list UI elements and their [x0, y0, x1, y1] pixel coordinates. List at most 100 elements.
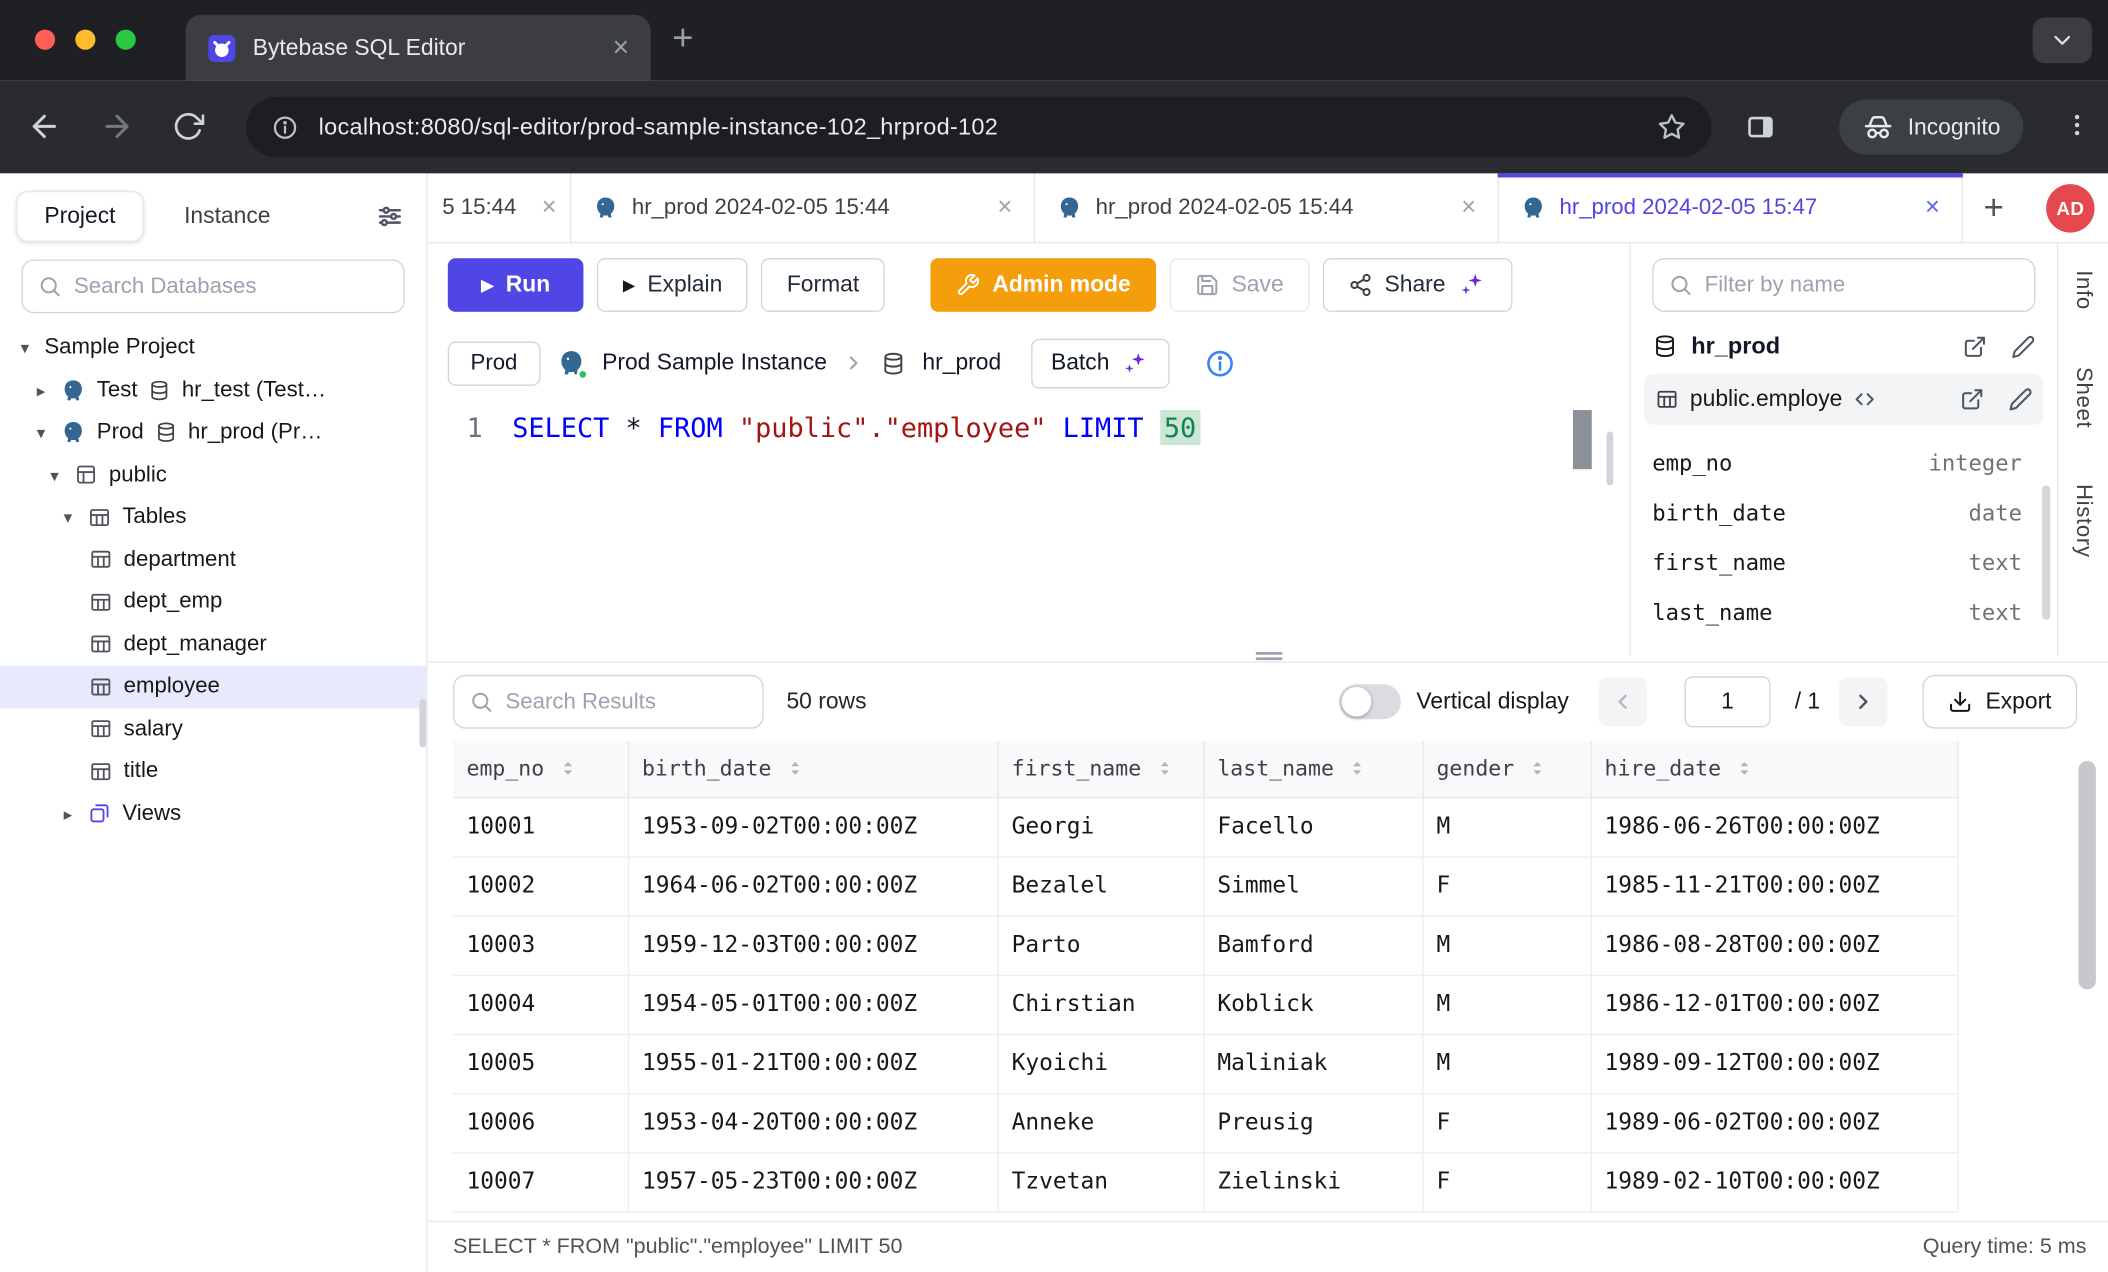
- side-panel-icon[interactable]: [1745, 112, 1776, 143]
- code-icon[interactable]: [1853, 387, 1877, 411]
- schema-column-last_name[interactable]: last_nametext: [1631, 587, 2057, 637]
- address-bar[interactable]: localhost:8080/sql-editor/prod-sample-in…: [246, 97, 1711, 157]
- editor-tab-1[interactable]: 5 15:44×: [429, 173, 572, 242]
- sort-icon[interactable]: [1735, 759, 1755, 779]
- vertical-display-toggle[interactable]: [1338, 684, 1400, 719]
- forward-button[interactable]: [99, 109, 134, 144]
- browser-tab-close-icon[interactable]: ×: [613, 34, 629, 62]
- format-button[interactable]: Format: [761, 258, 884, 312]
- caret-right-icon[interactable]: ▸: [59, 804, 76, 824]
- schema-column-emp_no[interactable]: emp_nointeger: [1631, 438, 2057, 488]
- tab-close-icon[interactable]: ×: [542, 195, 557, 221]
- schema-filter[interactable]: [1652, 258, 2035, 312]
- sidebar-table-title[interactable]: title: [0, 750, 426, 792]
- run-button[interactable]: ▶Run: [448, 258, 584, 312]
- previous-page-button[interactable]: [1598, 678, 1646, 726]
- column-header-birth_date[interactable]: birth_date: [628, 741, 998, 797]
- schema-column-birth_date[interactable]: birth_datedate: [1631, 488, 2057, 538]
- result-row[interactable]: 100061953-04-20T00:00:00ZAnnekePreusigF1…: [453, 1093, 1957, 1152]
- database-search-input[interactable]: [74, 274, 389, 300]
- external-link-icon[interactable]: [1960, 387, 1984, 411]
- sql-editor[interactable]: 1 SELECT * FROM "public"."employee" LIMI…: [429, 407, 1630, 447]
- new-sheet-button[interactable]: +: [1963, 173, 2025, 242]
- sidebar-resize-handle[interactable]: [419, 699, 426, 747]
- schema-scrollbar[interactable]: [2042, 485, 2050, 619]
- tab-close-icon[interactable]: ×: [1461, 195, 1476, 221]
- panel-resize-handle[interactable]: [1607, 432, 1614, 486]
- column-header-last_name[interactable]: last_name: [1203, 741, 1422, 797]
- editor-scrollbar[interactable]: [1573, 410, 1592, 469]
- tree-node-views[interactable]: ▸ Views: [0, 793, 426, 835]
- editor-tab-3[interactable]: hr_prod 2024-02-05 15:44×: [1035, 173, 1499, 242]
- page-number-input[interactable]: [1684, 676, 1770, 727]
- back-button[interactable]: [27, 109, 62, 144]
- window-close-button[interactable]: [35, 30, 55, 50]
- sort-icon[interactable]: [1528, 759, 1548, 779]
- column-header-first_name[interactable]: first_name: [998, 741, 1204, 797]
- sort-icon[interactable]: [1155, 759, 1175, 779]
- save-button[interactable]: Save: [1170, 258, 1309, 312]
- instance-name[interactable]: Prod Sample Instance: [602, 350, 827, 377]
- external-link-icon[interactable]: [1963, 334, 1987, 358]
- schema-filter-input[interactable]: [1705, 272, 2020, 298]
- sidebar-table-department[interactable]: department: [0, 538, 426, 580]
- result-row[interactable]: 100071957-05-23T00:00:00ZTzvetanZielinsk…: [453, 1152, 1957, 1211]
- edit-pencil-icon[interactable]: [2011, 334, 2035, 358]
- edit-pencil-icon[interactable]: [2009, 387, 2033, 411]
- url-text[interactable]: localhost:8080/sql-editor/prod-sample-in…: [319, 113, 1638, 141]
- tree-node-tables[interactable]: ▾ Tables: [0, 496, 426, 538]
- sql-line[interactable]: SELECT * FROM "public"."employee" LIMIT …: [512, 407, 1200, 447]
- sort-icon[interactable]: [785, 759, 805, 779]
- bookmark-star-icon[interactable]: [1658, 113, 1686, 141]
- sort-icon[interactable]: [1347, 759, 1367, 779]
- schema-table-row[interactable]: public.employe: [1644, 374, 2043, 425]
- window-zoom-button[interactable]: [116, 30, 136, 50]
- tab-instance[interactable]: Instance: [184, 203, 375, 230]
- tab-project[interactable]: Project: [16, 191, 144, 242]
- column-header-hire_date[interactable]: hire_date: [1590, 741, 1957, 797]
- new-browser-tab-button[interactable]: +: [672, 20, 693, 56]
- results-scrollbar[interactable]: [2078, 761, 2095, 990]
- result-row[interactable]: 100021964-06-02T00:00:00ZBezalelSimmelF1…: [453, 856, 1957, 915]
- sidebar-table-dept_emp[interactable]: dept_emp: [0, 581, 426, 623]
- results-search-input[interactable]: [505, 689, 747, 715]
- explain-button[interactable]: ▶Explain: [597, 258, 748, 312]
- next-page-button[interactable]: [1839, 678, 1887, 726]
- browser-menu-icon[interactable]: [2062, 110, 2092, 140]
- result-row[interactable]: 100011953-09-02T00:00:00ZGeorgiFacelloM1…: [453, 797, 1957, 856]
- tree-settings-icon[interactable]: [375, 202, 405, 232]
- caret-right-icon[interactable]: ▸: [32, 380, 49, 400]
- caret-down-icon[interactable]: ▾: [32, 422, 49, 442]
- tab-close-icon[interactable]: ×: [1925, 195, 1940, 221]
- sidebar-table-salary[interactable]: salary: [0, 708, 426, 750]
- batch-button[interactable]: Batch: [1031, 338, 1170, 388]
- editor-tab-2[interactable]: hr_prod 2024-02-05 15:44×: [571, 173, 1035, 242]
- database-name[interactable]: hr_prod: [922, 350, 1001, 377]
- results-search[interactable]: [453, 675, 764, 729]
- database-search[interactable]: [22, 259, 405, 313]
- rail-tab-history[interactable]: History: [2070, 484, 2096, 558]
- reload-button[interactable]: [172, 110, 204, 142]
- info-icon[interactable]: [1205, 348, 1236, 379]
- tree-node-env-prod[interactable]: ▾ Prod hr_prod (Pr…: [0, 411, 426, 453]
- sort-icon[interactable]: [558, 759, 578, 779]
- tree-node-schema-public[interactable]: ▾ public: [0, 454, 426, 496]
- result-row[interactable]: 100041954-05-01T00:00:00ZChirstianKoblic…: [453, 975, 1957, 1034]
- environment-chip[interactable]: Prod: [448, 341, 541, 385]
- sidebar-table-employee[interactable]: employee: [0, 665, 426, 707]
- results-splitter[interactable]: [429, 649, 2108, 661]
- tree-node-project[interactable]: ▾ Sample Project: [0, 327, 426, 369]
- site-info-icon[interactable]: [272, 114, 299, 141]
- caret-down-icon[interactable]: ▾: [59, 507, 76, 527]
- user-avatar[interactable]: AD: [2046, 184, 2094, 232]
- caret-down-icon[interactable]: ▾: [46, 465, 63, 485]
- column-header-gender[interactable]: gender: [1422, 741, 1590, 797]
- result-row[interactable]: 100051955-01-21T00:00:00ZKyoichiMaliniak…: [453, 1034, 1957, 1093]
- export-button[interactable]: Export: [1922, 675, 2077, 729]
- result-row[interactable]: 100031959-12-03T00:00:00ZPartoBamfordM19…: [453, 916, 1957, 975]
- share-button[interactable]: Share: [1323, 258, 1513, 312]
- column-header-emp_no[interactable]: emp_no: [453, 741, 628, 797]
- sidebar-table-dept_manager[interactable]: dept_manager: [0, 623, 426, 665]
- rail-tab-sheet[interactable]: Sheet: [2070, 366, 2096, 427]
- caret-down-icon[interactable]: ▾: [16, 338, 33, 358]
